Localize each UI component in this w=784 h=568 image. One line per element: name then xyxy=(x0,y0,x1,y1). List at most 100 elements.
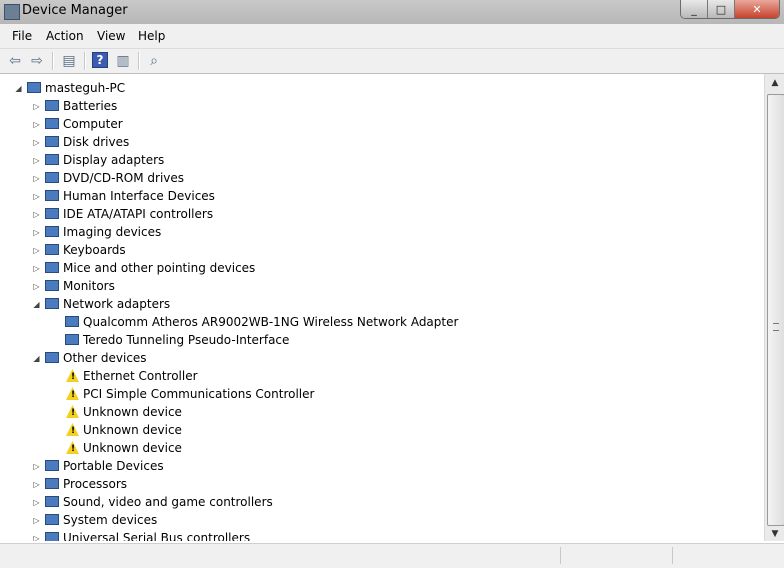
forward-arrow-icon[interactable]: ⇨ xyxy=(28,52,46,69)
toolbar-separator xyxy=(84,52,86,70)
device-category-icon xyxy=(44,459,60,473)
scroll-down-arrow-icon[interactable]: ▼ xyxy=(769,529,781,541)
tree-category[interactable]: Imaging devices xyxy=(44,223,161,241)
computer-icon xyxy=(26,81,42,95)
expand-arrow-icon[interactable]: ▷ xyxy=(32,480,41,489)
toolbar: ⇦ ⇨ ▤ ? ▥ ⌕ xyxy=(0,49,784,74)
warning-device-icon: ! xyxy=(64,405,80,419)
tree-device[interactable]: ! Ethernet Controller xyxy=(64,367,198,385)
expand-arrow-icon[interactable]: ▷ xyxy=(32,534,41,541)
device-category-icon xyxy=(44,117,60,131)
expand-arrow-icon[interactable]: ▷ xyxy=(32,246,41,255)
warning-device-icon: ! xyxy=(64,387,80,401)
expand-arrow-icon[interactable]: ▷ xyxy=(32,264,41,273)
tree-category-label: Computer xyxy=(63,117,123,131)
device-category-icon xyxy=(44,297,60,311)
expand-arrow-icon[interactable]: ▷ xyxy=(32,498,41,507)
maximize-button[interactable]: □ xyxy=(708,0,735,18)
expand-arrow-icon[interactable]: ▷ xyxy=(32,228,41,237)
collapse-arrow-icon[interactable]: ◢ xyxy=(32,300,41,309)
expand-arrow-icon[interactable]: ▷ xyxy=(32,210,41,219)
tree-device-label: Qualcomm Atheros AR9002WB-1NG Wireless N… xyxy=(83,315,459,329)
tree-category[interactable]: Monitors xyxy=(44,277,115,295)
tree-device[interactable]: Qualcomm Atheros AR9002WB-1NG Wireless N… xyxy=(64,313,458,331)
tree-category[interactable]: DVD/CD-ROM drives xyxy=(44,169,184,187)
close-button[interactable]: ✕ xyxy=(735,0,779,18)
expand-arrow-icon[interactable]: ▷ xyxy=(32,138,41,147)
tree-root[interactable]: masteguh-PC xyxy=(26,79,125,97)
device-category-icon xyxy=(44,207,60,221)
status-pane xyxy=(672,547,673,564)
tree-category[interactable]: IDE ATA/ATAPI controllers xyxy=(44,205,213,223)
tree-device[interactable]: ! PCI Simple Communications Controller xyxy=(64,385,314,403)
scan-hardware-icon[interactable]: ⌕ xyxy=(145,52,163,69)
tree-device-label: Unknown device xyxy=(83,405,182,419)
show-hide-console-tree-icon[interactable]: ▤ xyxy=(60,52,78,69)
window-title: Device Manager xyxy=(22,3,128,18)
back-arrow-icon[interactable]: ⇦ xyxy=(6,52,24,69)
tree-category-label: DVD/CD-ROM drives xyxy=(63,171,185,185)
expand-arrow-icon[interactable]: ▷ xyxy=(32,120,41,129)
tree-device-label: Teredo Tunneling Pseudo-Interface xyxy=(83,333,290,347)
tree-category[interactable]: Human Interface Devices xyxy=(44,187,215,205)
tree-category-label: Network adapters xyxy=(63,297,171,311)
device-category-icon xyxy=(44,531,60,541)
expand-arrow-icon[interactable]: ▷ xyxy=(32,516,41,525)
tree-category[interactable]: Mice and other pointing devices xyxy=(44,259,255,277)
network-adapter-icon xyxy=(64,333,80,347)
tree-category[interactable]: Display adapters xyxy=(44,151,164,169)
tree-category-label: Sound, video and game controllers xyxy=(63,495,273,509)
expand-arrow-icon[interactable]: ▷ xyxy=(32,282,41,291)
tree-category[interactable]: Keyboards xyxy=(44,241,126,259)
tree-category-label: Universal Serial Bus controllers xyxy=(63,531,251,541)
menu-help[interactable]: Help xyxy=(138,29,165,43)
menu-bar: File Action View Help xyxy=(0,24,784,49)
menu-file[interactable]: File xyxy=(12,29,32,43)
tree-category-label: Display adapters xyxy=(63,153,165,167)
tree-category-label: Processors xyxy=(63,477,128,491)
warning-device-icon: ! xyxy=(64,423,80,437)
help-icon[interactable]: ? xyxy=(92,52,108,68)
device-category-icon xyxy=(44,351,60,365)
window-controls: _ □ ✕ xyxy=(680,0,780,19)
expand-arrow-icon[interactable]: ▷ xyxy=(32,192,41,201)
device-tree[interactable]: ◢ masteguh-PC ▷ Batteries ▷ Computer ▷ Disk d… xyxy=(0,74,764,541)
tree-category[interactable]: System devices xyxy=(44,511,157,529)
menu-view[interactable]: View xyxy=(97,29,125,43)
device-category-icon xyxy=(44,189,60,203)
tree-device[interactable]: Teredo Tunneling Pseudo-Interface xyxy=(64,331,289,349)
toolbar-separator xyxy=(138,52,140,70)
expand-arrow-icon[interactable]: ▷ xyxy=(32,174,41,183)
tree-category[interactable]: Portable Devices xyxy=(44,457,164,475)
minimize-button[interactable]: _ xyxy=(681,0,708,18)
tree-category[interactable]: Computer xyxy=(44,115,123,133)
expand-arrow-icon[interactable]: ▷ xyxy=(32,102,41,111)
scroll-up-arrow-icon[interactable]: ▲ xyxy=(769,78,781,90)
collapse-arrow-icon[interactable]: ◢ xyxy=(14,84,23,93)
tree-category[interactable]: Universal Serial Bus controllers xyxy=(44,529,250,541)
expand-arrow-icon[interactable]: ▷ xyxy=(32,462,41,471)
tree-category[interactable]: Disk drives xyxy=(44,133,129,151)
tree-category[interactable]: Processors xyxy=(44,475,127,493)
tree-category[interactable]: Batteries xyxy=(44,97,117,115)
device-manager-icon xyxy=(4,4,20,20)
show-action-pane-icon[interactable]: ▥ xyxy=(114,52,132,69)
device-category-icon xyxy=(44,153,60,167)
scroll-thumb[interactable] xyxy=(767,94,784,526)
vertical-scrollbar[interactable]: ▲ ▼ xyxy=(764,74,784,541)
tree-category[interactable]: Sound, video and game controllers xyxy=(44,493,273,511)
tree-device-label: Unknown device xyxy=(83,423,182,437)
device-category-icon xyxy=(44,135,60,149)
tree-category-label: IDE ATA/ATAPI controllers xyxy=(63,207,214,221)
tree-device[interactable]: ! Unknown device xyxy=(64,403,182,421)
tree-category-label: Portable Devices xyxy=(63,459,164,473)
collapse-arrow-icon[interactable]: ◢ xyxy=(32,354,41,363)
expand-arrow-icon[interactable]: ▷ xyxy=(32,156,41,165)
warning-device-icon: ! xyxy=(64,369,80,383)
menu-action[interactable]: Action xyxy=(46,29,84,43)
tree-category[interactable]: Network adapters xyxy=(44,295,170,313)
device-category-icon xyxy=(44,99,60,113)
tree-device[interactable]: ! Unknown device xyxy=(64,439,182,457)
tree-category[interactable]: Other devices xyxy=(44,349,147,367)
tree-device[interactable]: ! Unknown device xyxy=(64,421,182,439)
